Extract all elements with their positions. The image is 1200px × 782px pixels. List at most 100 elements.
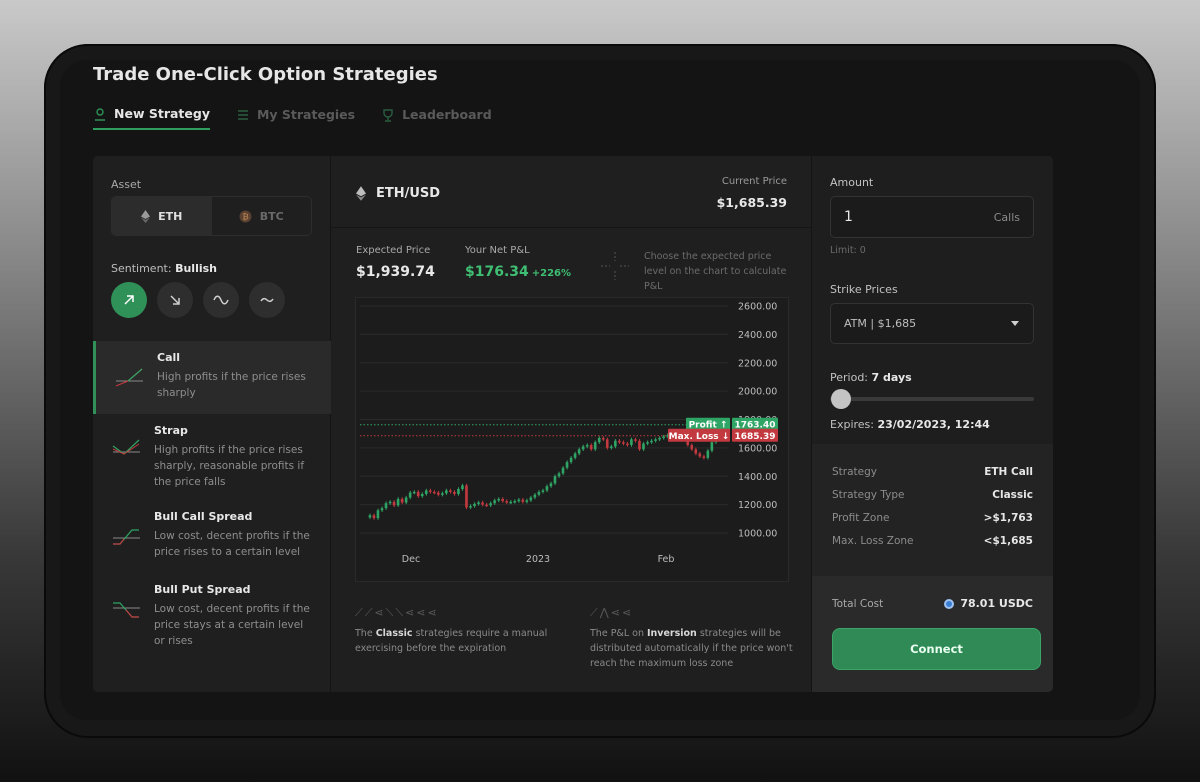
strategy-item-call[interactable]: Call High profits if the price rises sha… [93, 341, 331, 414]
candle [702, 456, 706, 458]
amount-input[interactable]: 1 Calls [830, 196, 1034, 238]
tab-new-strategy[interactable]: New Strategy [93, 106, 210, 130]
strike-select[interactable]: ATM | $1,685 [830, 303, 1034, 344]
expires-label: Expires: 23/02/2023, 12:44 [830, 418, 990, 431]
tilde-icon [260, 297, 274, 303]
candle [465, 485, 468, 508]
strap-payoff-icon [112, 439, 140, 455]
candle [537, 491, 541, 495]
chevron-down-icon [1011, 321, 1019, 326]
candle [481, 502, 484, 505]
asset-option-eth[interactable]: ETH [112, 197, 212, 235]
sentiment-bullish-button[interactable] [111, 282, 147, 318]
summary-key: Profit Zone [832, 512, 890, 524]
period-slider-track[interactable] [830, 397, 1034, 401]
candle [509, 501, 513, 504]
candle [408, 492, 412, 498]
summary-row: Strategy ETH Call [832, 466, 1033, 478]
period-slider-thumb[interactable] [831, 389, 851, 409]
note-classic-text: The Classic strategies require a manual … [355, 626, 560, 656]
y-tick-label: 1600.00 [738, 443, 777, 454]
asset-label-eth: ETH [158, 209, 183, 223]
candle [577, 449, 581, 454]
price-chart[interactable]: 2600.002400.002200.002000.001800.001600.… [355, 297, 789, 582]
candle [553, 476, 557, 484]
candle [710, 442, 714, 451]
candle [392, 501, 396, 506]
candle [469, 506, 472, 508]
y-tick-label: 1200.00 [738, 500, 777, 511]
pair-header: ETH/USD Current Price $1,685.39 [331, 156, 812, 228]
amount-label: Amount [830, 176, 874, 189]
y-tick-label: 2000.00 [738, 387, 777, 398]
tab-bar: New Strategy My Strategies Leaderboard [93, 106, 492, 130]
tab-label: New Strategy [114, 106, 210, 121]
candle [517, 499, 521, 502]
candle [497, 498, 500, 501]
sentiment-neutral-button[interactable] [249, 282, 285, 318]
candle [662, 436, 665, 439]
pair-title: ETH/USD [356, 186, 440, 201]
tab-label: Leaderboard [402, 107, 492, 122]
svg-text:₿: ₿ [242, 212, 249, 221]
candle [420, 493, 424, 497]
connect-button[interactable]: Connect [832, 628, 1041, 670]
x-tick-label: 2023 [526, 554, 550, 565]
candle [368, 515, 372, 518]
x-tick-label: Feb [658, 554, 675, 565]
amount-value: 1 [844, 209, 853, 225]
sentiment-bearish-button[interactable] [157, 282, 193, 318]
candle [557, 473, 561, 477]
candle [505, 501, 509, 503]
candle [650, 440, 653, 443]
tab-my-strategies[interactable]: My Strategies [236, 106, 355, 130]
candle [654, 439, 657, 441]
tab-leaderboard[interactable]: Leaderboard [381, 106, 492, 130]
wave-icon [213, 295, 229, 305]
candle [396, 498, 400, 506]
arrow-up-right-icon [124, 295, 134, 305]
inversion-strategy-icons: ⟋⋀⋖⋖ [590, 606, 634, 619]
classic-strategy-icons: ⟋⟋⋖⟍⟍⋖⋖⋖ [355, 606, 439, 619]
candle [416, 491, 420, 497]
candle [694, 449, 698, 454]
call-payoff-icon [115, 368, 143, 387]
y-tick-label: 2600.00 [738, 302, 777, 313]
chart-svg: 2600.002400.002200.002000.001800.001600.… [360, 302, 778, 565]
candle [581, 446, 585, 450]
candle [501, 498, 504, 502]
candle [388, 501, 392, 504]
bull-put-spread-icon [113, 602, 140, 618]
app-screen: Trade One-Click Option Strategies New St… [60, 60, 1140, 720]
candle [573, 453, 577, 458]
y-tick-label: 2400.00 [738, 330, 777, 341]
note-inversion-text: The P&L on Inversion strategies will be … [590, 626, 795, 671]
strategy-item-strap[interactable]: Strap High profits if the price rises sh… [93, 414, 331, 500]
y-tick-label: 1000.00 [738, 529, 777, 540]
max-loss-value-badge: 1685.39 [735, 432, 776, 442]
summary-row: Max. Loss Zone <$1,685 [832, 535, 1033, 547]
btc-icon: ₿ [239, 210, 252, 222]
candle [698, 453, 702, 457]
candle [525, 500, 529, 502]
asset-option-btc[interactable]: ₿ BTC [212, 197, 312, 235]
note-bold: Classic [375, 628, 413, 639]
sentiment-volatile-button[interactable] [203, 282, 239, 318]
strategy-item-bull-call-spread[interactable]: Bull Call Spread Low cost, decent profit… [93, 500, 331, 573]
current-price-value: $1,685.39 [716, 195, 787, 210]
current-price-label: Current Price [721, 176, 787, 187]
pnl-value: $176.34 +226% [465, 264, 571, 280]
strategy-item-bull-put-spread[interactable]: Bull Put Spread Low cost, decent profits… [93, 573, 331, 647]
candle [706, 450, 710, 458]
candle [485, 504, 488, 507]
trophy-icon [383, 108, 393, 122]
candle [585, 445, 589, 447]
list-icon [237, 109, 248, 120]
candle [441, 493, 444, 495]
eth-icon [356, 186, 366, 201]
sentiment-buttons [111, 282, 285, 318]
expected-price-label: Expected Price [356, 245, 431, 256]
total-section: Total Cost 78.01 USDC Connect [812, 576, 1053, 692]
candle [609, 446, 613, 448]
sentiment-value: Bullish [175, 262, 217, 275]
